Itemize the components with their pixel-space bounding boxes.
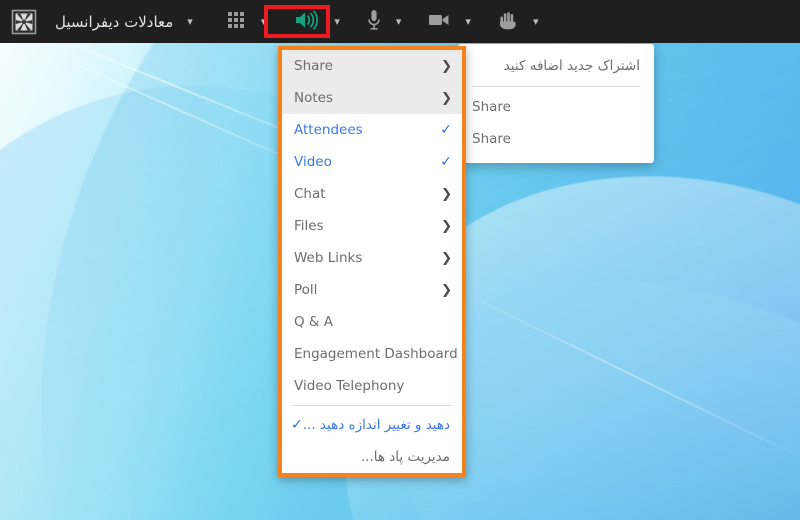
chevron-right-icon: ❯ — [441, 218, 452, 234]
menu-item-video-telephony[interactable]: Video Telephony — [282, 370, 462, 402]
meeting-title: معادلات دیفرانسیل — [55, 12, 174, 31]
checkmark-icon: ✓ — [440, 122, 452, 138]
microphone-chevron-down-icon[interactable]: ▾ — [396, 16, 402, 27]
raise-hand-button[interactable]: ▾ — [497, 9, 539, 35]
raise-hand-chevron-down-icon[interactable]: ▾ — [533, 16, 539, 27]
microphone-button[interactable]: ▾ — [366, 8, 402, 36]
menu-item-move-and-resize-label: دهید و تغییر اندازه دهید ... — [302, 417, 450, 433]
chevron-right-icon: ❯ — [441, 186, 452, 202]
menu-item-attendees-label: Attendees — [294, 122, 363, 138]
menu-item-engagement-dashboard-label: Engagement Dashboard — [294, 346, 458, 362]
submenu-add-new-share-label: اشتراک جدید اضافه کنید — [503, 58, 640, 74]
menu-item-video[interactable]: Video ✓ — [282, 146, 462, 178]
panels-dropdown-menu: Share ❯ Notes ❯ Attendees ✓ Video ✓ Chat… — [278, 46, 466, 477]
video-chevron-down-icon[interactable]: ▾ — [465, 16, 471, 27]
meeting-app-window: معادلات دیفرانسیل ▾ ▾ ▾ ▾ ▾ ▾ اشتراک جدی… — [0, 0, 800, 520]
menu-item-notes-label: Notes — [294, 90, 333, 106]
menu-item-video-label: Video — [294, 154, 332, 170]
audio-chevron-down-icon[interactable]: ▾ — [334, 16, 340, 27]
menu-item-video-telephony-label: Video Telephony — [294, 378, 405, 394]
submenu-share-item-2[interactable]: Share — [458, 123, 654, 155]
menu-item-notes[interactable]: Notes ❯ — [282, 82, 462, 114]
menu-item-attendees[interactable]: Attendees ✓ — [282, 114, 462, 146]
checkmark-icon: ✓ — [440, 154, 452, 170]
menu-item-web-links-label: Web Links — [294, 250, 363, 266]
chevron-right-icon: ❯ — [441, 282, 452, 298]
menu-item-files-label: Files — [294, 218, 324, 234]
menu-item-files[interactable]: Files ❯ — [282, 210, 462, 242]
checkmark-icon: ✓ — [291, 417, 303, 433]
video-camera-icon — [427, 11, 451, 33]
submenu-divider — [472, 86, 640, 87]
background-streak-3 — [440, 281, 800, 467]
menu-item-poll[interactable]: Poll ❯ — [282, 274, 462, 306]
submenu-share-label-1: Share — [472, 99, 511, 115]
meeting-title-chevron-down-icon[interactable]: ▾ — [187, 16, 193, 27]
audio-button[interactable]: ▾ — [294, 9, 340, 35]
menu-item-web-links[interactable]: Web Links ❯ — [282, 242, 462, 274]
menu-divider — [292, 405, 452, 406]
panels-button[interactable]: ▾ — [225, 9, 267, 35]
microphone-icon — [366, 8, 382, 36]
menu-item-qa[interactable]: Q & A — [282, 306, 462, 338]
raised-hand-icon — [497, 9, 519, 35]
menu-item-share[interactable]: Share ❯ — [282, 50, 462, 82]
menu-item-poll-label: Poll — [294, 282, 318, 298]
speaker-icon — [294, 9, 320, 35]
menu-item-chat[interactable]: Chat ❯ — [282, 178, 462, 210]
menu-item-manage-pods[interactable]: مدیریت پاد ها... — [282, 441, 462, 473]
menu-item-chat-label: Chat — [294, 186, 326, 202]
chevron-right-icon: ❯ — [441, 250, 452, 266]
video-button[interactable]: ▾ — [427, 11, 471, 33]
menu-item-share-label: Share — [294, 58, 333, 74]
menu-item-qa-label: Q & A — [294, 314, 333, 330]
grid-apps-icon — [225, 9, 247, 35]
menu-item-manage-pods-label: مدیریت پاد ها... — [360, 449, 450, 465]
chevron-right-icon: ❯ — [441, 90, 452, 106]
submenu-share-label-2: Share — [472, 131, 511, 147]
chevron-right-icon: ❯ — [441, 58, 452, 74]
share-submenu-panel: اشتراک جدید اضافه کنید Share Share — [458, 44, 654, 163]
top-toolbar: معادلات دیفرانسیل ▾ ▾ ▾ ▾ ▾ ▾ — [0, 0, 800, 43]
panels-chevron-down-icon[interactable]: ▾ — [261, 16, 267, 27]
submenu-share-item-1[interactable]: Share — [458, 91, 654, 123]
submenu-add-new-share-item[interactable]: اشتراک جدید اضافه کنید — [458, 50, 654, 82]
menu-item-move-and-resize[interactable]: دهید و تغییر اندازه دهید ... ✓ — [282, 409, 462, 441]
app-grid-logo-icon — [11, 9, 37, 35]
menu-item-engagement-dashboard[interactable]: Engagement Dashboard — [282, 338, 462, 370]
